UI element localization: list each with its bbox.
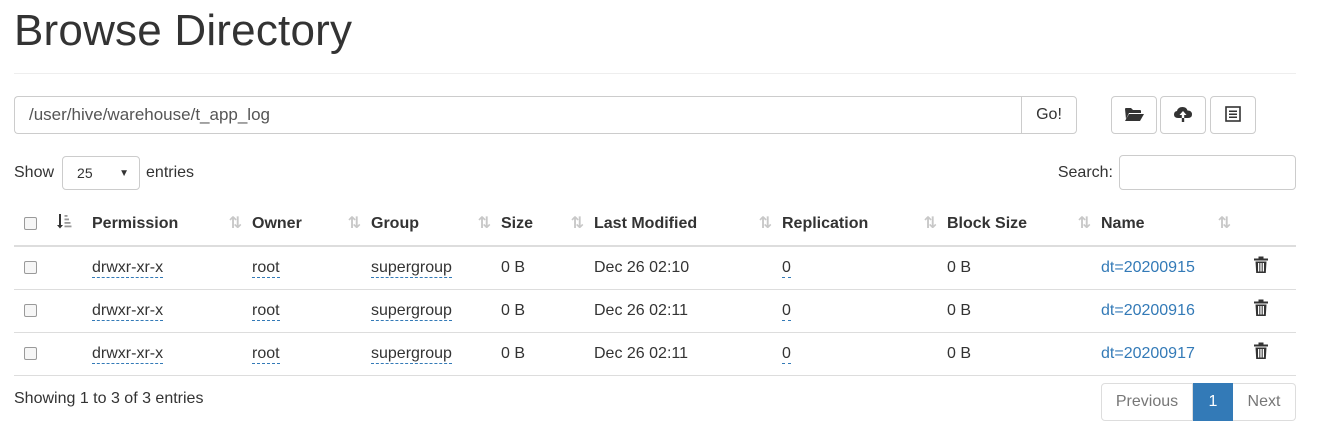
upload-button[interactable] (1160, 96, 1206, 134)
page-title: Browse Directory (14, 6, 353, 55)
column-label: Permission (92, 214, 179, 232)
caret-down-icon: ▼ (119, 167, 130, 179)
last-modified-cell: Dec 26 02:10 (594, 246, 782, 290)
block-size-cell: 0 B (947, 332, 1101, 376)
entries-label: entries (146, 164, 195, 181)
divider (14, 73, 1296, 74)
row-checkbox[interactable] (24, 303, 37, 317)
table-header-row: Permission ⇅ Owner ⇅ Group ⇅ Size ⇅ Last Mod… (14, 202, 1296, 247)
column-header-group[interactable]: Group ⇅ (371, 202, 501, 247)
search-label: Search: (1057, 163, 1113, 181)
permission-cell[interactable]: drwxr-xr-x (92, 344, 164, 364)
last-modified-cell: Dec 26 02:11 (594, 332, 782, 376)
row-checkbox[interactable] (24, 346, 37, 360)
column-header-size[interactable]: Size ⇅ (501, 202, 594, 247)
path-input[interactable] (14, 96, 1021, 134)
group-cell[interactable]: supergroup (371, 344, 452, 364)
next-button[interactable]: Next (1233, 383, 1296, 421)
permission-cell[interactable]: drwxr-xr-x (92, 301, 164, 321)
column-header-block-size[interactable]: Block Size ⇅ (947, 202, 1101, 247)
previous-button[interactable]: Previous (1101, 383, 1193, 421)
sort-icon: ⇅ (1077, 214, 1091, 232)
last-modified-cell: Dec 26 02:11 (594, 289, 782, 333)
sort-icon: ⇅ (477, 214, 491, 232)
group-cell[interactable]: supergroup (371, 301, 452, 321)
entries-select[interactable]: 25 ▼ (62, 156, 141, 190)
column-header-permission[interactable]: Permission ⇅ (92, 202, 252, 247)
column-label: Name (1101, 214, 1145, 232)
column-label: Block Size (947, 214, 1028, 232)
column-header-last-modified[interactable]: Last Modified ⇅ (594, 202, 782, 247)
list-icon (1225, 105, 1241, 125)
column-header-owner[interactable]: Owner ⇅ (252, 202, 371, 247)
pagination: Previous 1 Next (1101, 383, 1296, 421)
cloud-upload-icon (1173, 105, 1193, 126)
sort-icon: ⇅ (570, 214, 584, 232)
sort-icon: ⇅ (228, 214, 242, 232)
owner-cell[interactable]: root (252, 344, 280, 364)
column-header-replication[interactable]: Replication ⇅ (782, 202, 947, 247)
name-link[interactable]: dt=20200917 (1101, 345, 1195, 362)
replication-cell[interactable]: 0 (782, 301, 791, 321)
size-cell: 0 B (501, 289, 594, 333)
table-row: drwxr-xr-x root supergroup 0 B Dec 26 02… (14, 332, 1296, 376)
sort-column-header[interactable] (54, 202, 92, 247)
trash-icon[interactable] (1253, 342, 1269, 365)
size-cell: 0 B (501, 332, 594, 376)
select-all-checkbox[interactable] (24, 216, 37, 230)
owner-cell[interactable]: root (252, 258, 280, 278)
sort-icon: ⇅ (1217, 214, 1231, 232)
length-control: Show 25 ▼ entries (14, 156, 194, 190)
replication-cell[interactable]: 0 (782, 344, 791, 364)
path-bar: Go! (14, 96, 1077, 134)
sort-amount-icon (56, 214, 72, 233)
column-label: Replication (782, 214, 869, 232)
column-label: Group (371, 214, 419, 232)
table-info: Showing 1 to 3 of 3 entries (14, 390, 204, 407)
folder-open-icon (1124, 106, 1144, 125)
file-table: Permission ⇅ Owner ⇅ Group ⇅ Size ⇅ Last Mod… (14, 202, 1296, 376)
name-link[interactable]: dt=20200915 (1101, 259, 1195, 276)
column-label: Owner (252, 214, 302, 232)
search-input[interactable] (1119, 155, 1296, 190)
replication-cell[interactable]: 0 (782, 258, 791, 278)
sort-icon: ⇅ (347, 214, 361, 232)
entries-select-value: 25 (77, 165, 93, 181)
name-link[interactable]: dt=20200916 (1101, 302, 1195, 319)
actions-header (1241, 202, 1296, 247)
page-1-button[interactable]: 1 (1193, 383, 1233, 421)
table-row: drwxr-xr-x root supergroup 0 B Dec 26 02… (14, 289, 1296, 333)
search-box: Search: (1058, 155, 1296, 190)
group-cell[interactable]: supergroup (371, 258, 452, 278)
owner-cell[interactable]: root (252, 301, 280, 321)
trash-icon[interactable] (1253, 256, 1269, 279)
view-list-button[interactable] (1210, 96, 1256, 134)
column-header-name[interactable]: Name ⇅ (1101, 202, 1241, 247)
table-row: drwxr-xr-x root supergroup 0 B Dec 26 02… (14, 246, 1296, 290)
sort-icon: ⇅ (923, 214, 937, 232)
trash-icon[interactable] (1253, 299, 1269, 322)
go-button[interactable]: Go! (1021, 96, 1077, 134)
block-size-cell: 0 B (947, 246, 1101, 290)
row-checkbox[interactable] (24, 261, 37, 275)
sort-icon: ⇅ (758, 214, 772, 232)
size-cell: 0 B (501, 246, 594, 290)
create-directory-button[interactable] (1111, 96, 1157, 134)
column-label: Size (501, 214, 534, 232)
permission-cell[interactable]: drwxr-xr-x (92, 258, 164, 278)
block-size-cell: 0 B (947, 289, 1101, 333)
show-label: Show (14, 164, 55, 181)
select-all-header (14, 202, 54, 247)
column-label: Last Modified (594, 214, 698, 232)
